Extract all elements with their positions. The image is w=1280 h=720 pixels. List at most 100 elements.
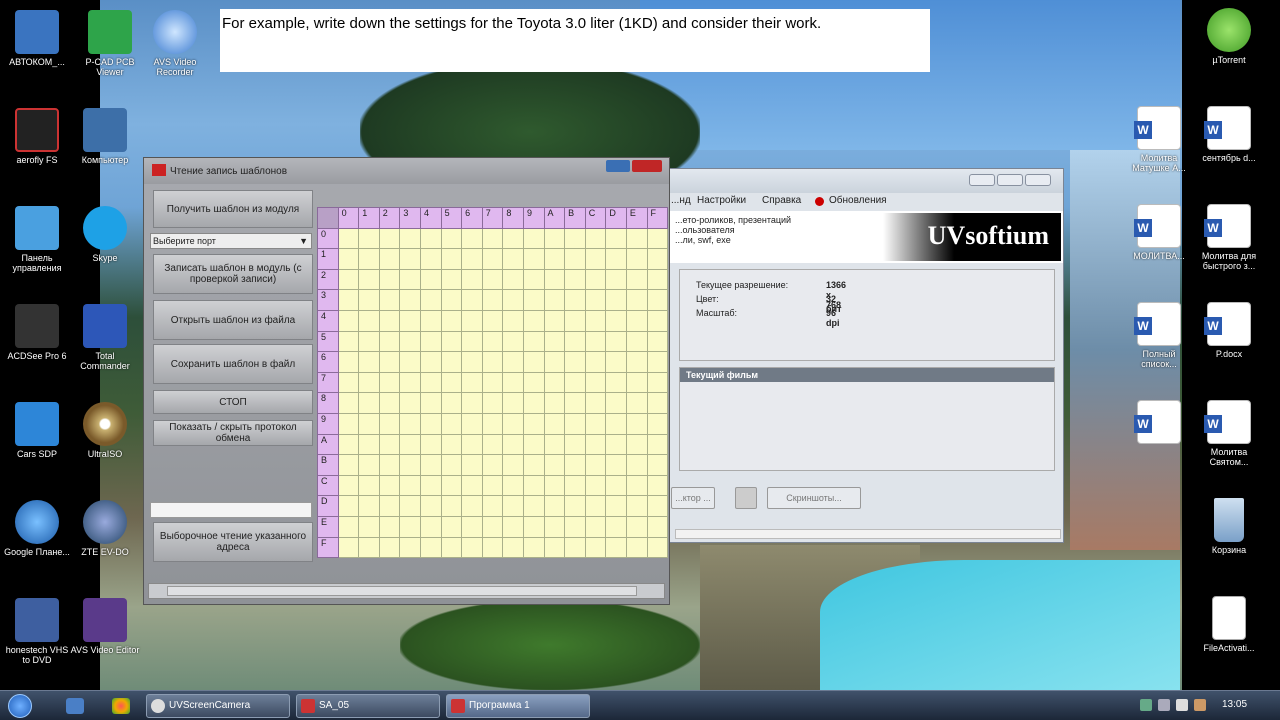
port-select[interactable]: Выберите порт ▼ xyxy=(150,233,312,249)
grid-cell[interactable] xyxy=(522,268,545,291)
grid-cell[interactable] xyxy=(584,330,607,353)
grid-cell[interactable] xyxy=(358,474,380,497)
grid-cell[interactable] xyxy=(440,495,463,517)
grid-cell[interactable] xyxy=(502,515,524,538)
grid-cell[interactable] xyxy=(584,433,607,456)
grid-cell[interactable] xyxy=(378,474,401,497)
grid-cell[interactable] xyxy=(481,474,504,497)
grid-cell[interactable] xyxy=(625,515,648,538)
grid-cell[interactable] xyxy=(564,351,586,373)
grid-cell[interactable] xyxy=(337,412,360,435)
grid-cell[interactable] xyxy=(399,351,421,373)
grid-cell[interactable] xyxy=(440,371,463,394)
tray-icon[interactable] xyxy=(1140,699,1152,711)
grid-cell[interactable] xyxy=(502,536,524,559)
desktop-icon-total-commander[interactable]: Total Commander xyxy=(70,304,140,371)
grid-cell[interactable] xyxy=(358,392,380,414)
read-template-button[interactable]: Получить шаблон из модуля xyxy=(153,190,313,228)
desktop-icon-doc-2[interactable]: сентябрь d... xyxy=(1194,106,1264,163)
grid-cell[interactable] xyxy=(337,227,360,250)
grid-cell[interactable] xyxy=(358,536,380,559)
grid-cell[interactable] xyxy=(337,433,360,456)
grid-cell[interactable] xyxy=(378,536,401,559)
grid-cell[interactable] xyxy=(625,495,648,517)
grid-cell[interactable] xyxy=(358,268,380,291)
close-button[interactable] xyxy=(632,160,662,172)
grid-cell[interactable] xyxy=(440,268,463,291)
grid-cell[interactable] xyxy=(461,454,483,476)
camera-icon[interactable] xyxy=(735,487,757,509)
grid-cell[interactable] xyxy=(481,454,504,476)
grid-cell[interactable] xyxy=(337,351,360,373)
grid-cell[interactable] xyxy=(605,392,627,414)
menu-item-help[interactable]: Справка xyxy=(762,195,801,206)
grid-cell[interactable] xyxy=(358,371,380,394)
grid-cell[interactable] xyxy=(502,392,524,414)
desktop-icon-cars-sdp[interactable]: Cars SDP xyxy=(2,402,72,459)
grid-cell[interactable] xyxy=(440,309,463,332)
grid-cell[interactable] xyxy=(564,371,586,394)
grid-cell[interactable] xyxy=(399,248,421,270)
network-icon[interactable] xyxy=(1158,699,1170,711)
grid-cell[interactable] xyxy=(358,351,380,373)
grid-cell[interactable] xyxy=(461,351,483,373)
desktop-icon-doc-6[interactable]: P.docx xyxy=(1194,302,1264,359)
grid-cell[interactable] xyxy=(419,268,442,291)
grid-cell[interactable] xyxy=(625,392,648,414)
grid-cell[interactable] xyxy=(646,515,669,538)
grid-cell[interactable] xyxy=(378,371,401,394)
grid-cell[interactable] xyxy=(502,309,524,332)
grid-cell[interactable] xyxy=(625,371,648,394)
grid-cell[interactable] xyxy=(378,289,401,311)
grid-cell[interactable] xyxy=(584,515,607,538)
grid-cell[interactable] xyxy=(646,433,669,456)
grid-cell[interactable] xyxy=(605,268,627,291)
grid-cell[interactable] xyxy=(646,289,669,311)
grid-cell[interactable] xyxy=(502,289,524,311)
grid-cell[interactable] xyxy=(543,515,566,538)
grid-cell[interactable] xyxy=(522,412,545,435)
grid-cell[interactable] xyxy=(358,330,380,353)
grid-cell[interactable] xyxy=(378,330,401,353)
desktop-icon-fileactivation[interactable]: FileActivati... xyxy=(1194,596,1264,653)
grid-cell[interactable] xyxy=(337,289,360,311)
desktop-icon-avs-editor[interactable]: AVS Video Editor xyxy=(70,598,140,655)
desktop-icon-doc-4[interactable]: Молитва для быстрого з... xyxy=(1194,204,1264,271)
grid-cell[interactable] xyxy=(399,227,421,250)
grid-cell[interactable] xyxy=(522,330,545,353)
grid-cell[interactable] xyxy=(564,309,586,332)
grid-cell[interactable] xyxy=(378,412,401,435)
chrome-icon[interactable] xyxy=(112,698,130,714)
menu-item-settings[interactable]: Настройки xyxy=(697,195,746,206)
desktop-icon-zte[interactable]: ZTE EV-DO xyxy=(70,500,140,557)
grid-cell[interactable] xyxy=(378,495,401,517)
grid-cell[interactable] xyxy=(625,289,648,311)
minimize-button[interactable] xyxy=(606,160,630,172)
grid-cell[interactable] xyxy=(399,392,421,414)
grid-cell[interactable] xyxy=(522,454,545,476)
grid-cell[interactable] xyxy=(502,351,524,373)
grid-cell[interactable] xyxy=(543,309,566,332)
grid-cell[interactable] xyxy=(419,392,442,414)
grid-cell[interactable] xyxy=(481,433,504,456)
grid-cell[interactable] xyxy=(543,248,566,270)
grid-cell[interactable] xyxy=(564,454,586,476)
grid-cell[interactable] xyxy=(543,330,566,353)
grid-cell[interactable] xyxy=(419,227,442,250)
grid-cell[interactable] xyxy=(481,289,504,311)
grid-cell[interactable] xyxy=(399,371,421,394)
grid-cell[interactable] xyxy=(337,371,360,394)
grid-cell[interactable] xyxy=(502,248,524,270)
desktop-icon-honestech[interactable]: honestech VHS to DVD xyxy=(2,598,72,665)
grid-cell[interactable] xyxy=(646,536,669,559)
grid-cell[interactable] xyxy=(440,454,463,476)
grid-cell[interactable] xyxy=(522,289,545,311)
grid-cell[interactable] xyxy=(461,536,483,559)
grid-cell[interactable] xyxy=(502,227,524,250)
grid-cell[interactable] xyxy=(358,248,380,270)
grid-cell[interactable] xyxy=(481,309,504,332)
grid-cell[interactable] xyxy=(605,454,627,476)
grid-cell[interactable] xyxy=(481,227,504,250)
grid-cell[interactable] xyxy=(584,227,607,250)
flag-icon[interactable] xyxy=(1194,699,1206,711)
